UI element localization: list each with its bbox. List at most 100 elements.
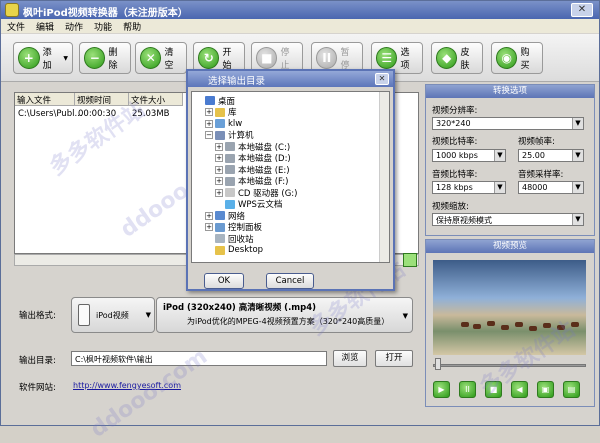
expand-icon[interactable]: + (215, 177, 223, 185)
folder-icon (205, 96, 215, 105)
ok-button[interactable]: OK (204, 273, 244, 289)
output-dir-label: 输出目录: (19, 356, 56, 366)
clear-icon: ✕ (140, 47, 162, 69)
expand-icon[interactable]: + (205, 211, 213, 220)
close-icon[interactable]: ✕ (571, 3, 593, 17)
samplerate-select[interactable]: 48000 ▼ (518, 181, 584, 194)
chevron-down-icon: ▼ (494, 182, 505, 193)
tree-node[interactable]: − 计算机 (205, 130, 254, 141)
play-button[interactable]: ▶ (433, 381, 450, 398)
file-path[interactable]: C:\Users\Publ... (18, 109, 83, 119)
scale-select[interactable]: 保持原视频模式 ▼ (432, 213, 584, 226)
framerate-label: 视频帧率: (518, 137, 555, 147)
delete-button[interactable]: − 删除 (79, 42, 131, 74)
framerate-select[interactable]: 25.00 ▼ (518, 149, 584, 162)
video-bitrate-select[interactable]: 1000 kbps ▼ (432, 149, 506, 162)
chevron-down-icon: ▼ (494, 150, 505, 161)
dialog-title: 选择输出目录 (208, 76, 266, 87)
chevron-down-icon: ▼ (572, 150, 583, 161)
menu-edit[interactable]: 编辑 (30, 19, 59, 33)
green-edit-icon[interactable] (403, 253, 417, 267)
minus-icon: − (84, 47, 106, 69)
tree-node[interactable]: + 本地磁盘 (C:) (215, 141, 291, 153)
preview-image-detail (501, 325, 509, 330)
chevron-down-icon: ▼ (572, 182, 583, 193)
expand-icon[interactable]: − (205, 131, 213, 139)
browse-button[interactable]: 浏览 (333, 350, 367, 367)
preview-title: 视频预览 (426, 240, 594, 253)
folder-icon (225, 176, 235, 186)
expand-icon[interactable]: + (215, 154, 223, 162)
folder-tree[interactable]: 桌面 + 库 + klw − 计算机 + 本地磁盘 (C:) + 本地磁盘 (D:) + 本地磁盘 (E… (191, 91, 390, 263)
expand-icon[interactable]: + (215, 165, 223, 174)
menu-help[interactable]: 帮助 (117, 19, 146, 33)
open-button[interactable]: 打开 (375, 350, 413, 367)
preview-image-detail (473, 324, 481, 329)
folder-icon (215, 211, 225, 220)
tree-node[interactable]: 桌面 (195, 95, 235, 107)
tree-node-label: klw (228, 118, 243, 129)
folder-icon (215, 130, 225, 140)
tree-node-label: 网络 (228, 211, 246, 222)
options-icon: ☰ (376, 47, 398, 69)
snapshot-button[interactable]: ▣ (537, 381, 554, 398)
pause-preview-button[interactable]: II (459, 381, 476, 398)
expand-icon[interactable]: + (205, 108, 213, 116)
expand-icon[interactable]: + (205, 119, 213, 128)
tree-node[interactable]: Desktop (205, 245, 263, 256)
column-header-input[interactable]: 输入文件 (15, 93, 75, 106)
audio-bitrate-select[interactable]: 128 kbps ▼ (432, 181, 506, 194)
folder-dialog: 选择输出目录 ✕ 桌面 + 库 + klw − 计算机 + 本地磁盘 (C:) + 本地磁盘 (D:… (186, 69, 395, 291)
tree-node[interactable]: + 本地磁盘 (D:) (215, 153, 291, 164)
expand-icon[interactable]: + (215, 142, 223, 151)
tree-node-label: 本地磁盘 (C:) (238, 142, 291, 153)
add-button[interactable]: + 添加 ▼ (13, 42, 73, 74)
profile-description: 为iPod优化的MPEG-4视频预置方案（320*240高质量） (187, 317, 390, 326)
tree-node[interactable]: + 本地磁盘 (F:) (215, 176, 288, 187)
video-bitrate-label: 视频比特率: (432, 137, 478, 147)
tree-node[interactable]: + 库 (205, 107, 237, 118)
skin-button[interactable]: ◆ 皮肤 (431, 42, 483, 74)
folder-icon (215, 119, 225, 128)
tree-node[interactable]: + CD 驱动器 (G:) (215, 187, 298, 199)
expand-icon[interactable]: + (215, 188, 223, 197)
cancel-button[interactable]: Cancel (266, 273, 314, 289)
tree-node[interactable]: + 控制面板 (205, 222, 262, 233)
vertical-scrollbar[interactable] (379, 92, 389, 262)
folder-icon (215, 107, 225, 117)
folder-icon (225, 199, 235, 209)
add-icon: + (18, 47, 40, 69)
tree-node[interactable]: WPS云文档 (215, 199, 282, 210)
tree-node[interactable]: + klw (205, 118, 242, 129)
cart-icon: ◉ (496, 47, 518, 69)
close-icon[interactable]: ✕ (375, 73, 389, 85)
tree-node[interactable]: + 网络 (205, 210, 246, 222)
menu-function[interactable]: 功能 (88, 19, 117, 33)
app-title: 枫叶iPod视频转换器（未注册版本） (23, 8, 188, 19)
tree-node[interactable]: + 本地磁盘 (E:) (215, 164, 290, 176)
folder-icon (225, 188, 235, 197)
format-label: 输出格式: (19, 311, 56, 321)
tree-node-label: Desktop (228, 245, 264, 255)
menu-file[interactable]: 文件 (1, 19, 30, 33)
resolution-select[interactable]: 320*240 ▼ (432, 117, 584, 130)
menu-action[interactable]: 动作 (59, 19, 88, 33)
pause-icon: II (316, 47, 338, 69)
scale-label: 视频缩放: (432, 202, 469, 212)
expand-icon[interactable]: + (205, 223, 213, 231)
clear-button[interactable]: ✕ 清空 (135, 42, 187, 74)
device-select[interactable]: iPod视频 ▼ (71, 297, 155, 333)
buy-button[interactable]: ◉ 购买 (491, 42, 543, 74)
folder-button[interactable]: ▤ (563, 381, 580, 398)
chevron-down-icon: ▼ (402, 312, 408, 320)
chevron-down-icon: ▼ (572, 214, 583, 225)
preview-image-detail (461, 322, 469, 327)
tree-node[interactable]: 回收站 (205, 233, 254, 245)
audio-bitrate-label: 音频比特率: (432, 170, 478, 180)
samplerate-label: 音频采样率: (518, 170, 564, 180)
preview-image-detail (487, 321, 495, 326)
chevron-down-icon[interactable]: ▼ (63, 55, 68, 62)
seek-thumb[interactable] (435, 358, 441, 370)
tree-node-label: CD 驱动器 (G:) (238, 188, 298, 199)
tree-node-label: 回收站 (228, 234, 254, 245)
